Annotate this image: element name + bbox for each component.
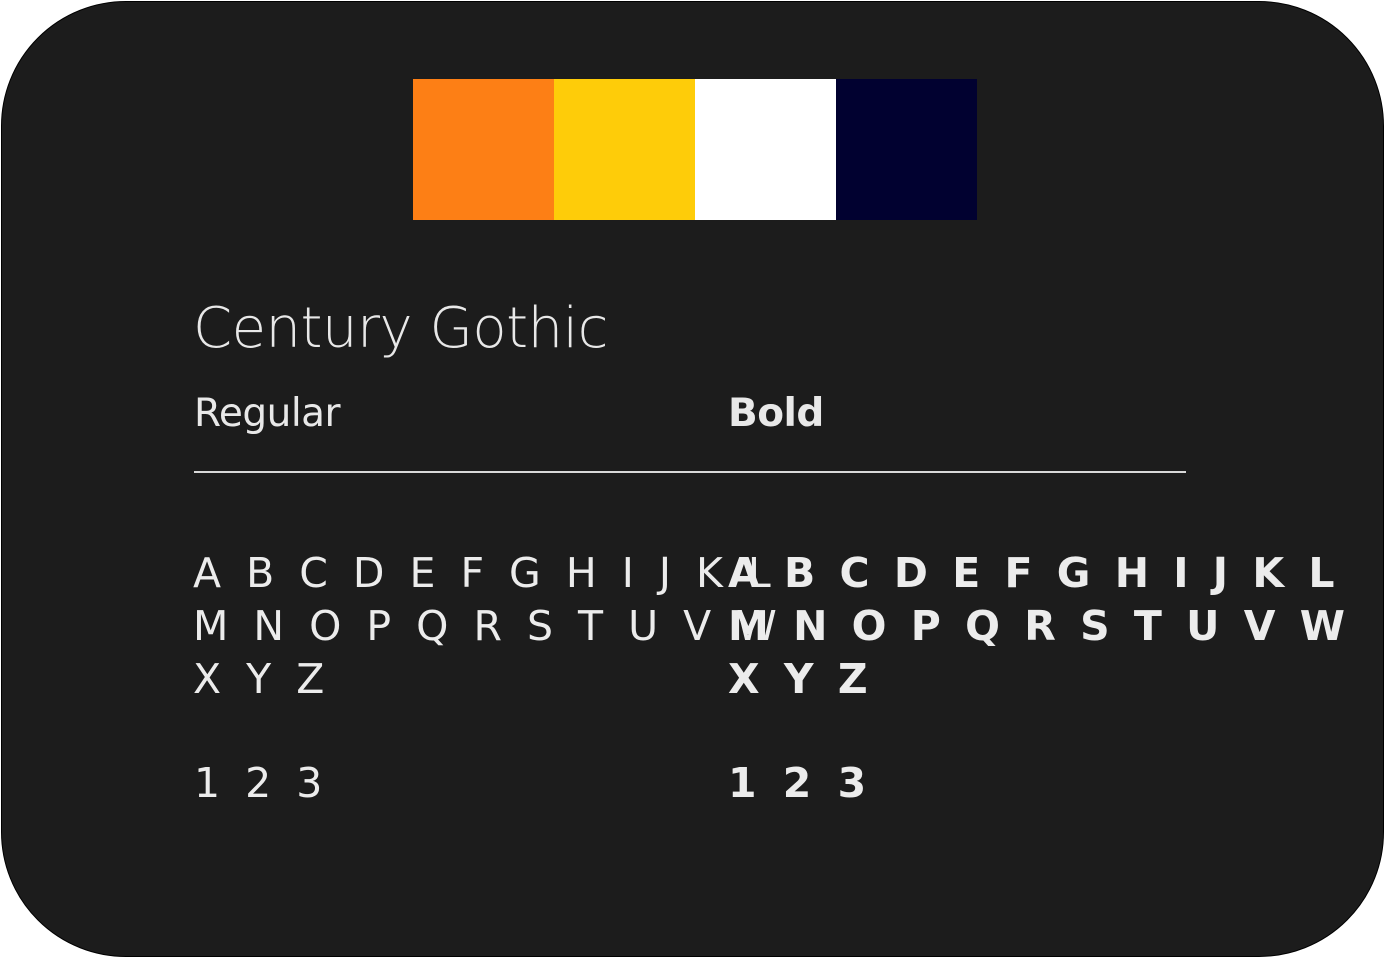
color-swatch-navy (836, 79, 977, 220)
regular-digits-sample: 1 2 3 (194, 759, 329, 807)
bold-alphabet-line: X Y Z (728, 655, 873, 703)
regular-weight-label: Regular (194, 391, 341, 436)
divider-line (194, 471, 1186, 473)
bold-weight-label: Bold (728, 391, 824, 436)
bold-alphabet-sample: A B C D E F G H I J K L M N O P Q R S T … (728, 547, 1350, 706)
bold-alphabet-line: A B C D E F G H I J K L (728, 549, 1340, 597)
style-guide-card: Century Gothic Regular Bold A B C D E F … (1, 1, 1384, 957)
bold-digits-sample: 1 2 3 (728, 759, 873, 807)
regular-alphabet-line: X Y Z (193, 655, 331, 703)
regular-alphabet-sample: A B C D E F G H I J K L M N O P Q R S T … (193, 547, 783, 706)
bold-alphabet-line: M N O P Q R S T U V W (728, 602, 1350, 650)
color-palette (413, 79, 977, 220)
color-swatch-white (695, 79, 836, 220)
color-swatch-yellow (554, 79, 695, 220)
font-name-heading: Century Gothic (193, 296, 608, 361)
color-swatch-orange (413, 79, 554, 220)
regular-alphabet-line: A B C D E F G H I J K L (193, 549, 777, 597)
regular-alphabet-line: M N O P Q R S T U V W (193, 602, 783, 650)
